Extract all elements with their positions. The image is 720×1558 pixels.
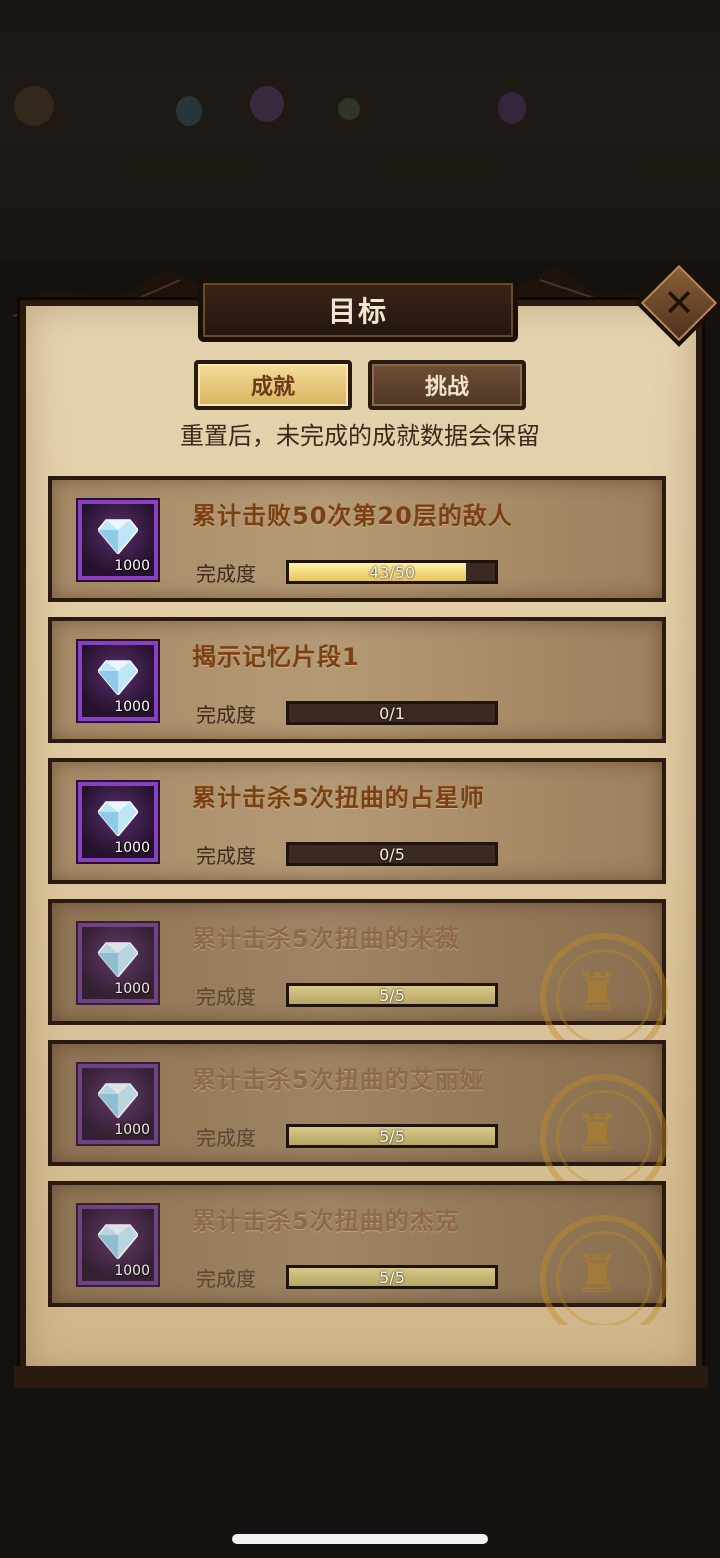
panel-bottom-frame bbox=[14, 1366, 708, 1388]
background-icon bbox=[498, 92, 526, 124]
completed-seal-icon: ♜ bbox=[540, 1074, 670, 1184]
achievement-title: 累计击败50次第20层的敌人 bbox=[192, 502, 513, 530]
background-icon bbox=[14, 86, 54, 126]
reward-count: 1000 bbox=[114, 558, 150, 574]
achievement-item: 1000 累计击败50次第20层的敌人 完成度 43/50 bbox=[48, 476, 666, 602]
progress-label: 完成度 bbox=[196, 844, 256, 868]
achievement-item: 1000 累计击杀5次扭曲的艾丽娅 完成度 5/5 ♜ bbox=[48, 1040, 668, 1184]
reward-count: 1000 bbox=[114, 840, 150, 856]
reward-slot[interactable]: 1000 bbox=[78, 500, 158, 580]
reward-slot[interactable]: 1000 bbox=[78, 641, 158, 721]
background-icon bbox=[176, 96, 202, 126]
progress-bar: 5/5 bbox=[286, 1124, 498, 1148]
title-banner: 目标 bbox=[198, 278, 518, 342]
completed-seal-icon: ♜ bbox=[540, 933, 670, 1043]
close-icon[interactable]: ✕ bbox=[648, 272, 710, 334]
diamond-icon bbox=[98, 1083, 138, 1118]
diamond-icon bbox=[98, 660, 138, 695]
progress-label: 完成度 bbox=[196, 1267, 256, 1291]
achievement-title: 揭示记忆片段1 bbox=[192, 643, 360, 671]
progress-text: 43/50 bbox=[368, 562, 416, 582]
progress-label: 完成度 bbox=[196, 562, 256, 586]
progress-text: 0/5 bbox=[379, 844, 405, 864]
achievement-title: 累计击杀5次扭曲的杰克 bbox=[192, 1207, 460, 1235]
reward-count: 1000 bbox=[114, 699, 150, 715]
progress-text: 5/5 bbox=[379, 1267, 405, 1287]
seal-emblem-icon: ♜ bbox=[574, 1104, 621, 1164]
progress-bar: 0/5 bbox=[286, 842, 498, 866]
progress-text: 0/1 bbox=[379, 703, 405, 723]
achievement-item: 1000 累计击杀5次扭曲的占星师 完成度 0/5 bbox=[48, 758, 666, 884]
achievement-item: 1000 累计击杀5次扭曲的杰克 完成度 5/5 ♜ bbox=[48, 1181, 668, 1325]
diamond-icon bbox=[98, 801, 138, 836]
progress-label: 完成度 bbox=[196, 1126, 256, 1150]
progress-bar: 43/50 bbox=[286, 560, 498, 584]
achievement-title: 累计击杀5次扭曲的艾丽娅 bbox=[192, 1066, 485, 1094]
diamond-icon bbox=[98, 519, 138, 554]
achievement-item: 1000 揭示记忆片段1 完成度 0/1 bbox=[48, 617, 666, 743]
diamond-icon bbox=[98, 942, 138, 977]
progress-bar: 0/1 bbox=[286, 701, 498, 725]
completed-seal-icon: ♜ bbox=[540, 1215, 670, 1325]
reward-count: 1000 bbox=[114, 981, 150, 997]
tab-challenges[interactable]: 挑战 bbox=[368, 360, 526, 410]
progress-label: 完成度 bbox=[196, 703, 256, 727]
home-indicator[interactable] bbox=[232, 1534, 488, 1544]
reward-count: 1000 bbox=[114, 1122, 150, 1138]
reward-slot[interactable]: 1000 bbox=[78, 1205, 158, 1285]
reward-count: 1000 bbox=[114, 1263, 150, 1279]
progress-text: 5/5 bbox=[379, 1126, 405, 1146]
reset-notice: 重置后，未完成的成就数据会保留 bbox=[180, 422, 540, 450]
seal-emblem-icon: ♜ bbox=[574, 963, 621, 1023]
panel-title: 目标 bbox=[327, 295, 388, 328]
achievement-item: 1000 累计击杀5次扭曲的米薇 完成度 5/5 ♜ bbox=[48, 899, 668, 1043]
reward-slot[interactable]: 1000 bbox=[78, 782, 158, 862]
progress-bar: 5/5 bbox=[286, 1265, 498, 1289]
tab-achievements[interactable]: 成就 bbox=[194, 360, 352, 410]
achievement-title: 累计击杀5次扭曲的占星师 bbox=[192, 784, 485, 812]
seal-emblem-icon: ♜ bbox=[574, 1245, 621, 1305]
achievement-title: 累计击杀5次扭曲的米薇 bbox=[192, 925, 460, 953]
progress-bar: 5/5 bbox=[286, 983, 498, 1007]
progress-label: 完成度 bbox=[196, 985, 256, 1009]
reward-slot[interactable]: 1000 bbox=[78, 1064, 158, 1144]
reward-slot[interactable]: 1000 bbox=[78, 923, 158, 1003]
background-icon bbox=[338, 98, 360, 120]
diamond-icon bbox=[98, 1224, 138, 1259]
progress-text: 5/5 bbox=[379, 985, 405, 1005]
background-toolbar bbox=[0, 70, 720, 150]
background-icon bbox=[250, 86, 284, 122]
